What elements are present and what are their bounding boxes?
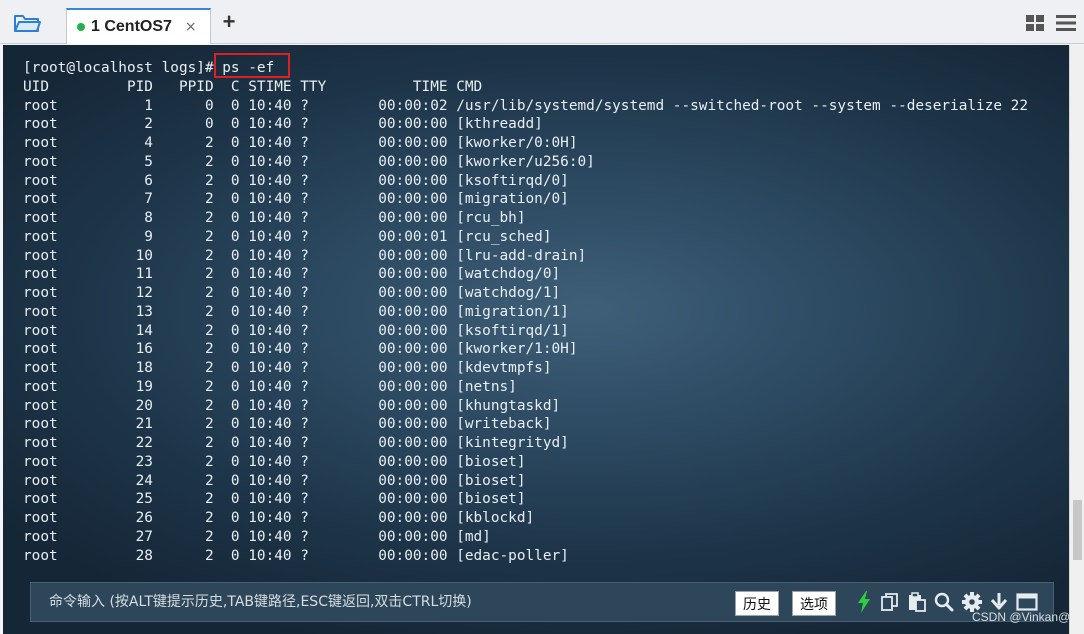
- terminal-process-line: root 23 2 0 10:40 ? 00:00:00 [bioset]: [23, 453, 526, 470]
- copy-button[interactable]: [879, 591, 901, 613]
- command-bar: 历史 选项: [30, 582, 1054, 622]
- terminal-process-line: root 20 2 0 10:40 ? 00:00:00 [khungtaskd…: [23, 397, 561, 414]
- terminal-text: [root@localhost logs]# ps -ef UID PID PPI…: [23, 59, 1028, 565]
- tab-label: 1 CentOS7: [91, 18, 172, 35]
- terminal-scrollbar[interactable]: [1069, 45, 1084, 634]
- quick-command-button[interactable]: [853, 591, 875, 613]
- watermark-text: CSDN @Vinkan@: [972, 610, 1071, 624]
- terminal-process-line: root 9 2 0 10:40 ? 00:00:01 [rcu_sched]: [23, 228, 552, 245]
- open-session-button[interactable]: [10, 9, 44, 37]
- terminal-process-line: root 1 0 0 10:40 ? 00:00:02 /usr/lib/sys…: [23, 97, 1029, 114]
- terminal-process-line: root 4 2 0 10:40 ? 00:00:00 [kworker/0:0…: [23, 135, 578, 151]
- command-highlight-box: [214, 53, 290, 78]
- terminal-process-line: root 21 2 0 10:40 ? 00:00:00 [writeback]: [23, 416, 552, 433]
- options-button[interactable]: 选项: [792, 591, 836, 616]
- terminal-process-line: root 28 2 0 10:40 ? 00:00:00 [edac-polle…: [23, 547, 569, 564]
- connection-status-dot: [77, 23, 85, 31]
- lightning-icon: [858, 591, 870, 613]
- terminal-process-line: root 8 2 0 10:40 ? 00:00:00 [rcu_bh]: [23, 210, 526, 226]
- terminal-process-line: root 16 2 0 10:40 ? 00:00:00 [kworker/1:…: [23, 341, 578, 358]
- window-icon: [1016, 593, 1038, 611]
- terminal-process-line: root 7 2 0 10:40 ? 00:00:00 [migration/0…: [23, 191, 569, 208]
- terminal-process-line: root 5 2 0 10:40 ? 00:00:00 [kworker/u25…: [23, 153, 595, 170]
- search-button[interactable]: [933, 591, 955, 613]
- layout-button[interactable]: [1026, 15, 1044, 31]
- copy-icon: [881, 593, 898, 611]
- terminal-process-line: root 13 2 0 10:40 ? 00:00:00 [migration/…: [23, 303, 569, 320]
- tab-centos7[interactable]: 1 CentOS7 ×: [66, 8, 211, 44]
- terminal-process-line: root 27 2 0 10:40 ? 00:00:00 [md]: [23, 528, 491, 545]
- terminal-process-line: root 18 2 0 10:40 ? 00:00:00 [kdevtmpfs]: [23, 360, 552, 376]
- paste-button[interactable]: [906, 591, 928, 613]
- terminal-process-line: root 2 0 0 10:40 ? 00:00:00 [kthreadd]: [23, 116, 543, 133]
- grid-icon: [1026, 15, 1044, 31]
- gear-icon: [962, 592, 982, 612]
- terminal-prompt-line: [root@localhost logs]# ps -ef: [23, 60, 275, 76]
- close-icon[interactable]: ×: [185, 19, 197, 35]
- terminal-process-line: root 12 2 0 10:40 ? 00:00:00 [watchdog/1…: [23, 285, 561, 301]
- history-button[interactable]: 历史: [735, 591, 779, 616]
- terminal-process-line: root 26 2 0 10:40 ? 00:00:00 [kblockd]: [23, 510, 535, 526]
- terminal-process-line: root 22 2 0 10:40 ? 00:00:00 [kintegrity…: [23, 435, 569, 451]
- scrollbar-thumb[interactable]: [1073, 500, 1082, 560]
- terminal-process-line: root 24 2 0 10:40 ? 00:00:00 [bioset]: [23, 472, 526, 489]
- search-icon: [934, 592, 954, 612]
- command-input[interactable]: [31, 583, 721, 621]
- terminal-process-line: root 14 2 0 10:40 ? 00:00:00 [ksoftirqd/…: [23, 322, 569, 339]
- tab-bar: 1 CentOS7 × +: [0, 0, 1084, 44]
- terminal-process-line: root 19 2 0 10:40 ? 00:00:00 [netns]: [23, 378, 517, 395]
- download-icon: [990, 593, 1008, 610]
- folder-icon: [14, 15, 41, 32]
- paste-icon: [909, 592, 926, 612]
- add-tab-button[interactable]: +: [218, 11, 240, 34]
- terminal-process-line: root 10 2 0 10:40 ? 00:00:00 [lru-add-dr…: [23, 247, 587, 264]
- terminal-header-line: UID PID PPID C STIME TTY TIME CMD: [23, 78, 483, 95]
- terminal-output[interactable]: [root@localhost logs]# ps -ef UID PID PPI…: [3, 45, 1069, 634]
- terminal-process-line: root 25 2 0 10:40 ? 00:00:00 [bioset]: [23, 491, 526, 508]
- menu-icon: [1056, 15, 1076, 31]
- terminal-process-line: root 6 2 0 10:40 ? 00:00:00 [ksoftirqd/0…: [23, 172, 569, 189]
- menu-button[interactable]: [1056, 14, 1076, 32]
- terminal-process-line: root 11 2 0 10:40 ? 00:00:00 [watchdog/0…: [23, 266, 561, 283]
